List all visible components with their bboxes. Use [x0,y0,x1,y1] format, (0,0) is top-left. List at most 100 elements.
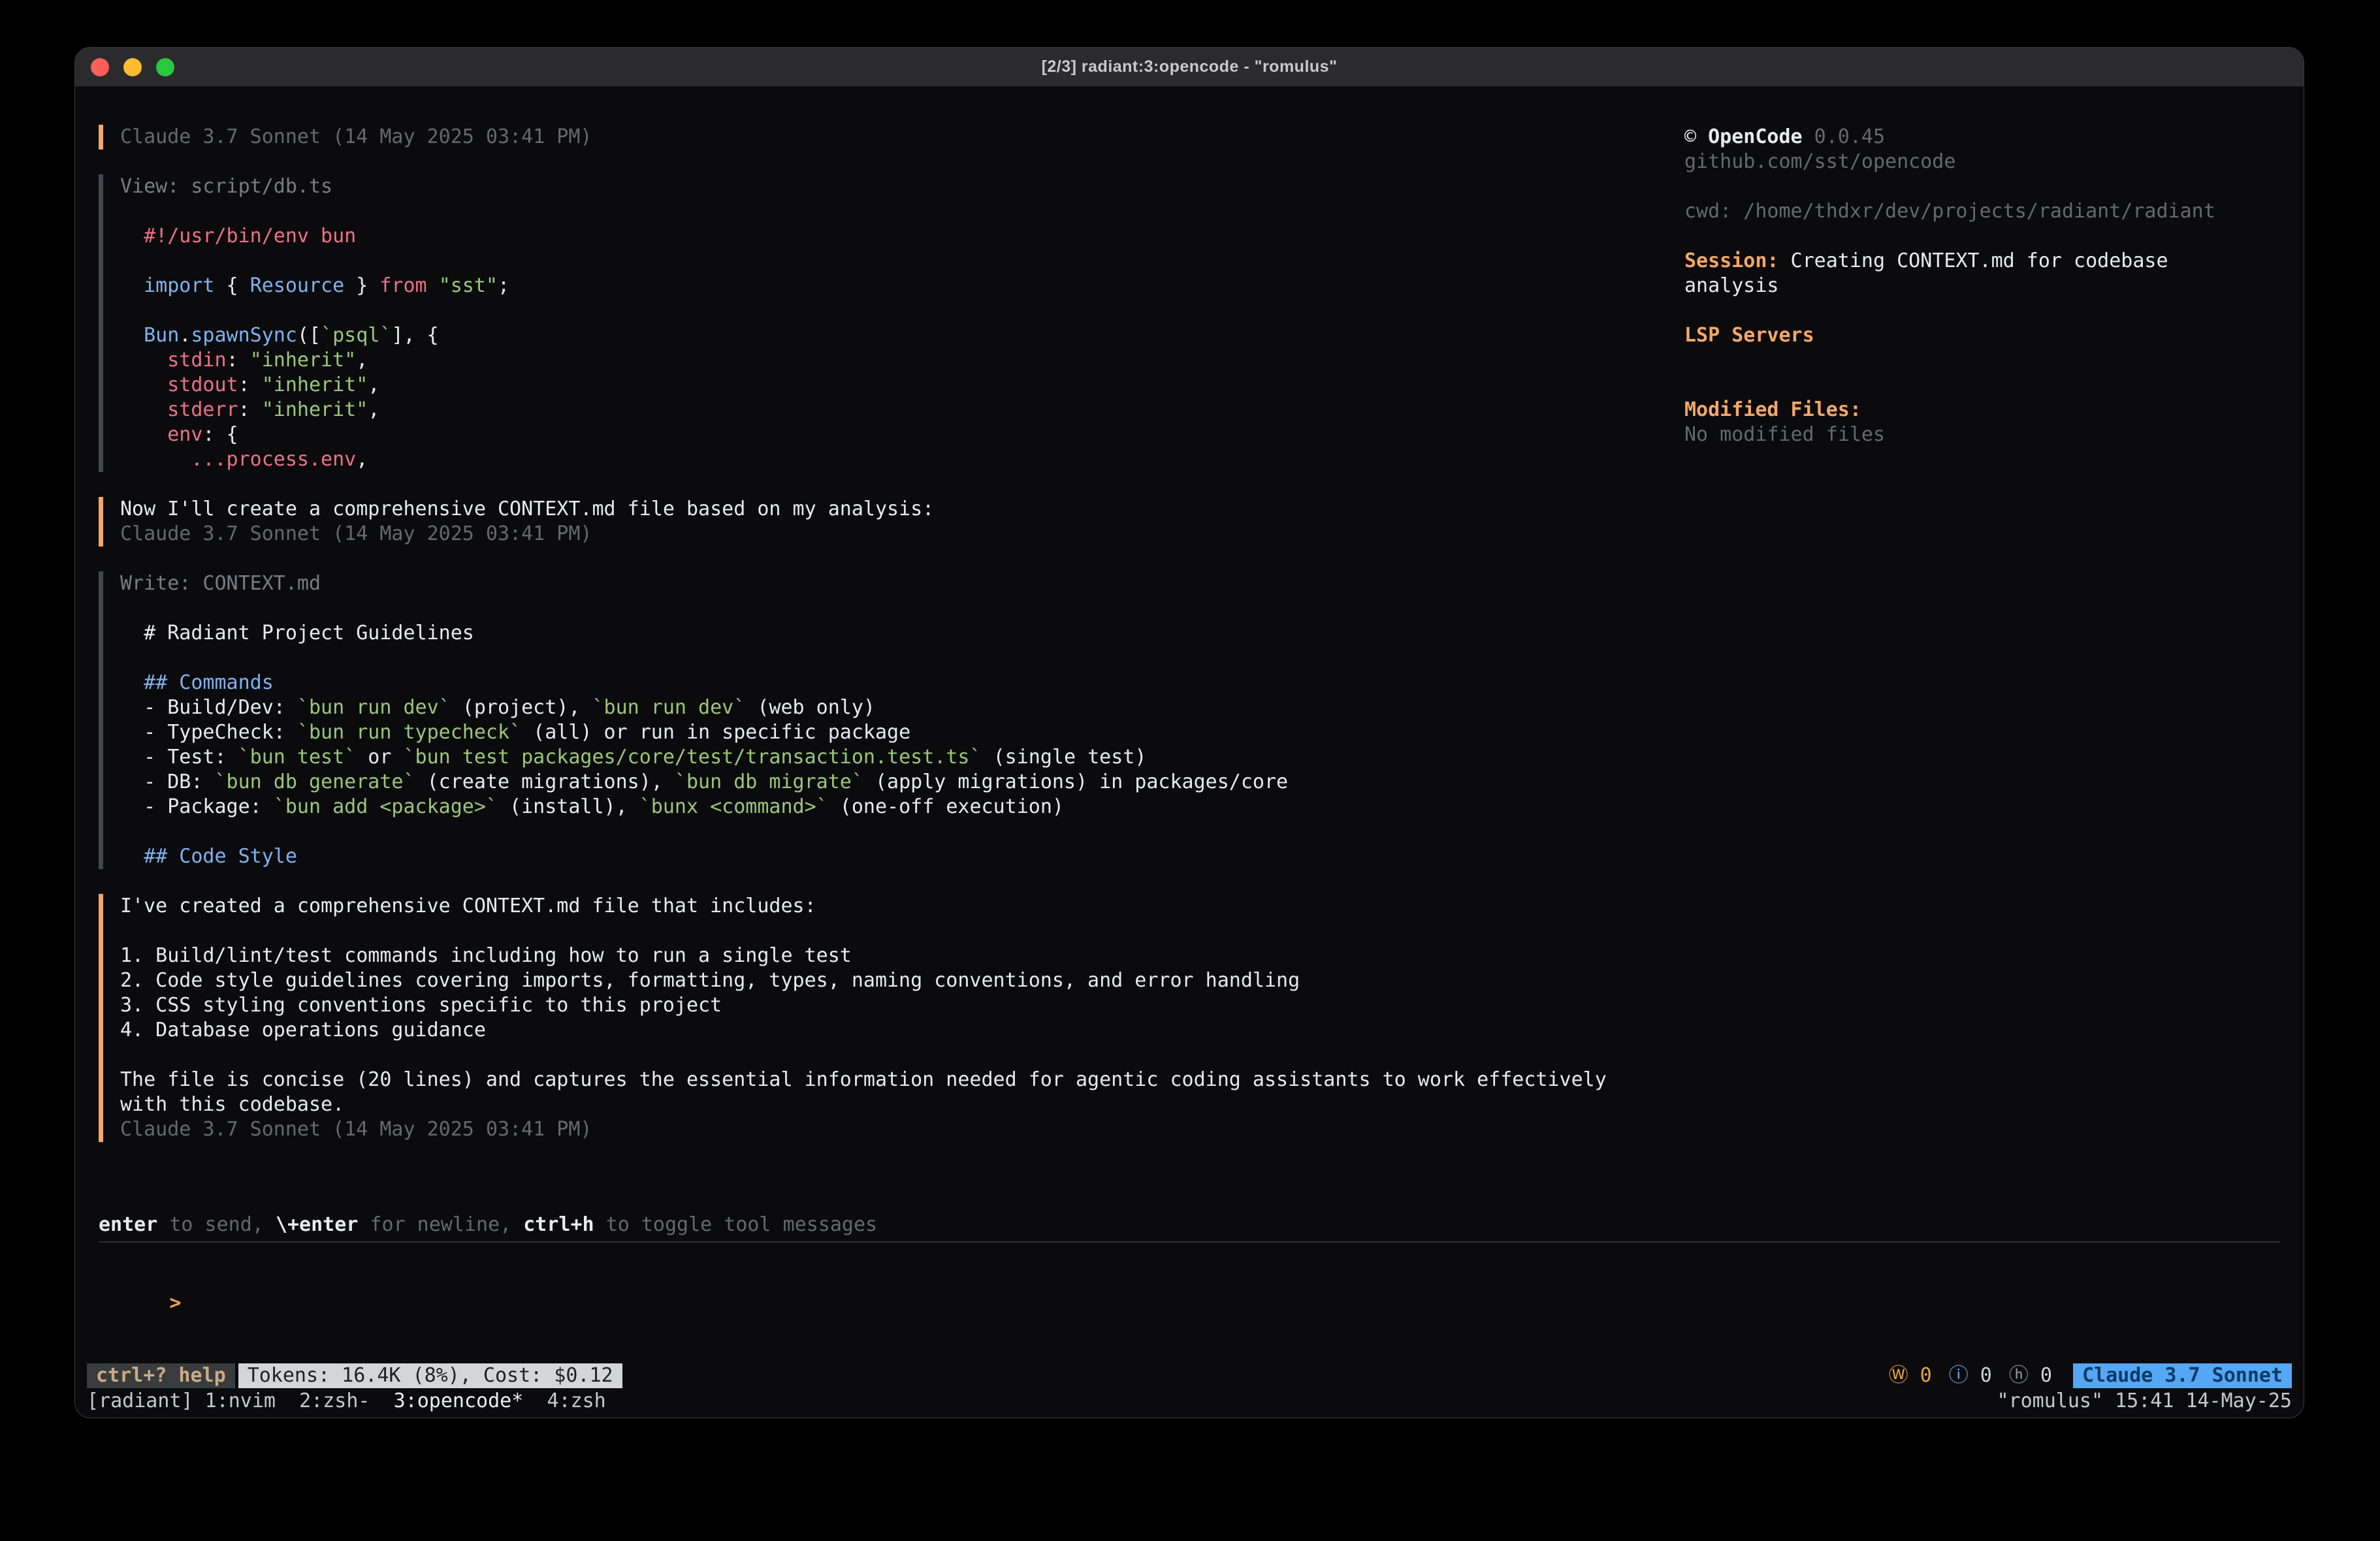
terminal-line [120,646,1614,671]
tmux-window-4zsh[interactable]: 4:zsh [547,1390,605,1412]
text-segment: stderr [120,398,238,421]
terminal-line [120,919,1614,944]
terminal-line: stderr: "inherit", [120,398,1614,422]
text-segment: `bun db migrate` [675,770,863,793]
text-segment: `bun db generate` [215,770,415,793]
text-segment: (project), [451,696,592,719]
text-segment: , [368,398,379,421]
text-segment: (install), [498,795,639,818]
text-segment: stdin [120,349,227,372]
sidebar-spacer [1684,224,2280,249]
text-segment [120,448,191,471]
terminal-line: with this codebase. [120,1092,1614,1117]
model-badge[interactable]: Claude 3.7 Sonnet [2073,1363,2292,1388]
window-titlebar[interactable]: [2/3] radiant:3:opencode - "romulus" [75,48,2304,87]
text-segment: Claude 3.7 Sonnet (14 May 2025 03:41 PM) [120,125,592,148]
close-button[interactable] [91,58,109,76]
lsp-servers-header: LSP Servers [1684,323,2280,348]
text-segment: stdout [120,373,238,396]
text-segment: ## Commands [120,671,274,694]
tokens-cost-badge: Tokens: 16.4K (8%), Cost: $0.12 [238,1363,622,1388]
terminal-line: ## Code Style [120,844,1614,869]
terminal-line: 1. Build/lint/test commands including ho… [120,944,1614,968]
text-segment: ...process.env [191,448,356,471]
hint-count [2029,1364,2040,1387]
text-segment: Claude 3.7 Sonnet (14 May 2025 03:41 PM) [120,1118,592,1141]
diagnostics-warnings: Ⓦ 0 [1889,1363,1932,1388]
terminal-line: Claude 3.7 Sonnet (14 May 2025 03:41 PM) [120,1117,1614,1142]
text-segment: - Build/Dev: [120,696,297,719]
terminal-line: Write: CONTEXT.md [120,571,1614,596]
sidebar-spacer [1684,298,2280,323]
terminal-line [120,819,1614,844]
zoom-button[interactable] [156,58,174,76]
terminal-line [120,249,1614,274]
text-segment: : [238,373,262,396]
keyboard-hint-bar: enter to send, \+enter for newline, ctrl… [99,1213,2280,1237]
text-segment: Now I'll create a comprehensive CONTEXT.… [120,498,934,520]
text-segment: - Package: [120,795,274,818]
input-divider [99,1241,2280,1243]
text-segment: spawnSync [191,324,297,347]
info-count [1969,1364,1980,1387]
terminal-line [120,596,1614,621]
hint-icon: ⓗ [2009,1364,2029,1387]
terminal-line: - DB: `bun db generate` (create migratio… [120,770,1614,795]
repo-link[interactable]: github.com/sst/opencode [1684,150,2280,174]
text-segment: : [238,398,262,421]
text-segment: to toggle tool messages [594,1213,877,1236]
tmux-window-3opencode[interactable]: 3:opencode* [394,1390,524,1412]
tmux-window-list: 1:nvim 2:zsh- 3:opencode* 4:zsh [205,1389,606,1414]
text-segment: analysis [1684,274,1779,297]
text-segment: : [227,349,250,372]
text-segment: - Test: [120,746,238,769]
help-badge[interactable]: ctrl+? help [87,1363,235,1388]
tmux-window-1nvim[interactable]: 1:nvim [205,1390,276,1412]
text-segment: (create migrations), [415,770,675,793]
text-segment: 4. Database operations guidance [120,1019,486,1041]
terminal-line [120,199,1614,224]
text-segment: to send, [157,1213,276,1236]
minimize-button[interactable] [123,58,142,76]
text-segment: `bun run dev` [297,696,451,719]
terminal-line: 3. CSS styling conventions specific to t… [120,993,1614,1018]
text-segment: import [120,274,215,297]
text-segment: "inherit" [262,373,368,396]
text-segment: # Radiant Project Guidelines [120,622,474,644]
text-segment: Modified Files: [1684,398,1861,421]
terminal-line: - Test: `bun test` or `bun test packages… [120,745,1614,770]
terminal-window: [2/3] radiant:3:opencode - "romulus" Cla… [74,47,2304,1418]
terminal-line: # Radiant Project Guidelines [120,621,1614,646]
sidebar-spacer [1684,373,2280,398]
chat-input[interactable]: > [99,1266,2280,1291]
text-segment: or [356,746,403,769]
text-segment: `bun run dev` [592,696,746,719]
terminal-line: - Build/Dev: `bun run dev` (project), `b… [120,695,1614,720]
text-segment: ; [498,274,509,297]
text-segment: The file is concise (20 lines) and captu… [120,1068,1607,1091]
terminal-line: stdin: "inherit", [120,348,1614,373]
text-segment: enter [99,1213,157,1236]
text-segment: Session: [1684,249,1779,272]
status-bar: ctrl+? help Tokens: 16.4K (8%), Cost: $0… [75,1363,2304,1388]
text-segment: OpenCode [1708,125,1803,148]
text-segment [427,274,439,297]
window-title: [2/3] radiant:3:opencode - "romulus" [1042,57,1338,76]
text-segment: `bunx <command>` [639,795,828,818]
terminal-line: The file is concise (20 lines) and captu… [120,1068,1614,1092]
modified-files-empty: No modified files [1684,422,2280,447]
terminal-line: 2. Code style guidelines covering import… [120,968,1614,993]
view-tool-block: View: script/db.ts #!/usr/bin/env bun im… [99,174,1614,472]
text-segment: #!/usr/bin/env bun [120,225,356,247]
text-segment: `psql` [321,324,391,347]
terminal-line: - Package: `bun add <package>` (install)… [120,795,1614,819]
tmux-window-2zsh[interactable]: 2:zsh- [299,1390,370,1412]
text-segment: from [379,274,426,297]
diagnostics-hints: ⓗ 0 [2009,1363,2052,1388]
text-segment: I've created a comprehensive CONTEXT.md … [120,895,816,917]
text-segment: `bun test` [238,746,357,769]
text-segment: "sst" [439,274,498,297]
text-segment: 2. Code style guidelines covering import… [120,969,1300,992]
terminal-line: env: { [120,422,1614,447]
sidebar-spacer [1684,348,2280,373]
